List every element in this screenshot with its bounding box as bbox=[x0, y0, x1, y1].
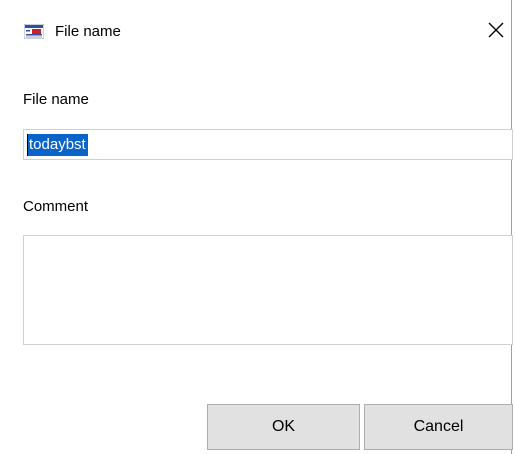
file-name-input[interactable]: todaybst bbox=[23, 129, 513, 160]
comment-textarea[interactable] bbox=[23, 235, 513, 345]
cancel-button[interactable]: Cancel bbox=[364, 404, 513, 450]
close-icon bbox=[488, 22, 504, 43]
file-name-label: File name bbox=[23, 91, 89, 108]
app-logo-icon bbox=[23, 23, 45, 40]
title-bar[interactable]: File name bbox=[0, 0, 511, 60]
window-title: File name bbox=[55, 23, 121, 40]
file-name-dialog: File name File name todaybst Comment OK … bbox=[0, 0, 513, 454]
file-name-value: todaybst bbox=[27, 134, 88, 156]
ok-button[interactable]: OK bbox=[207, 404, 360, 450]
comment-label: Comment bbox=[23, 198, 89, 215]
close-button[interactable] bbox=[478, 14, 514, 50]
